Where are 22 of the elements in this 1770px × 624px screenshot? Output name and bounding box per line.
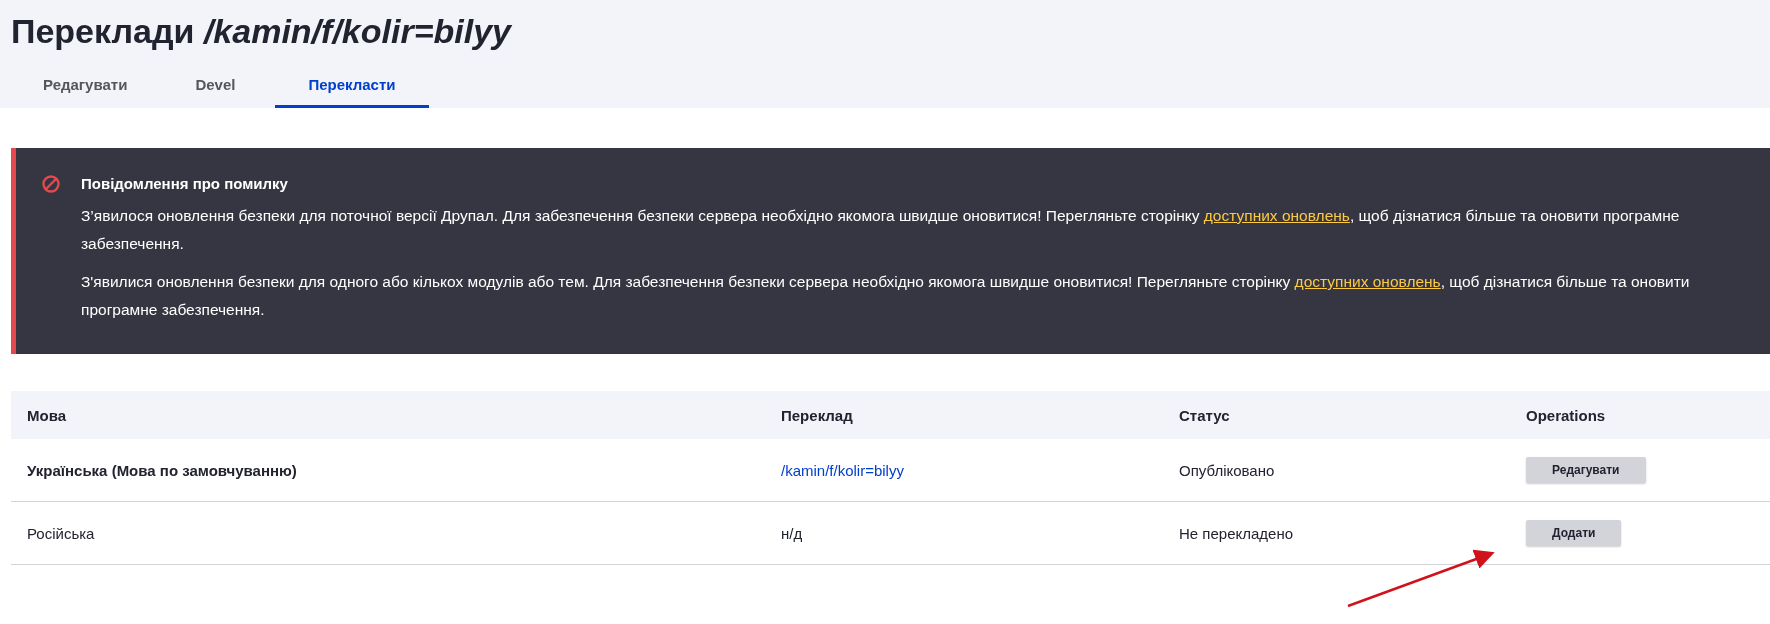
- operation-button[interactable]: Додати: [1526, 520, 1622, 546]
- column-header: Статус: [1163, 391, 1510, 439]
- updates-link[interactable]: доступних оновлень: [1294, 273, 1441, 290]
- error-text: З'явилися оновлення безпеки для одного або кількох модулів або тем. Для забезпечення безпеки сервера необхідно якомога швидше оновитися! Перегляньте сторінку доступних оновлень, щоб дізнатися більше та оновити програмне забезпечення.: [81, 272, 1691, 320]
- column-header: Переклад: [765, 391, 1163, 439]
- error-title: Повідомлення про помилку: [81, 174, 289, 194]
- tab[interactable]: Перекласти: [275, 70, 429, 108]
- updates-link[interactable]: доступних оновлень: [1203, 207, 1350, 224]
- error-text: З’явилося оновлення безпеки для поточної версії Друпал. Для забезпечення безпеки сервера необхідно якомога швидше оновитися! Перегляньте сторінку доступних оновлень, щоб дізнатися більше та оновити програмне забезпечення.: [81, 206, 1681, 254]
- tab[interactable]: Редагувати: [15, 70, 156, 108]
- translation-cell: н/д: [781, 524, 803, 542]
- language-cell: Російська: [27, 524, 95, 542]
- tab[interactable]: Devel: [167, 70, 264, 108]
- translation-link[interactable]: /kamin/f/kolir=bilyy: [781, 461, 904, 479]
- error-icon: [41, 174, 61, 194]
- status-cell: Опубліковано: [1179, 461, 1275, 479]
- column-header: Мова: [11, 391, 765, 439]
- column-header: Operations: [1510, 391, 1770, 439]
- operation-button[interactable]: Редагувати: [1526, 457, 1646, 483]
- page-title: Переклади /kamin/f/kolir=bilyy: [11, 11, 513, 52]
- language-cell: Українська (Мова по замовчуванню): [27, 461, 297, 479]
- status-cell: Не перекладено: [1179, 524, 1294, 542]
